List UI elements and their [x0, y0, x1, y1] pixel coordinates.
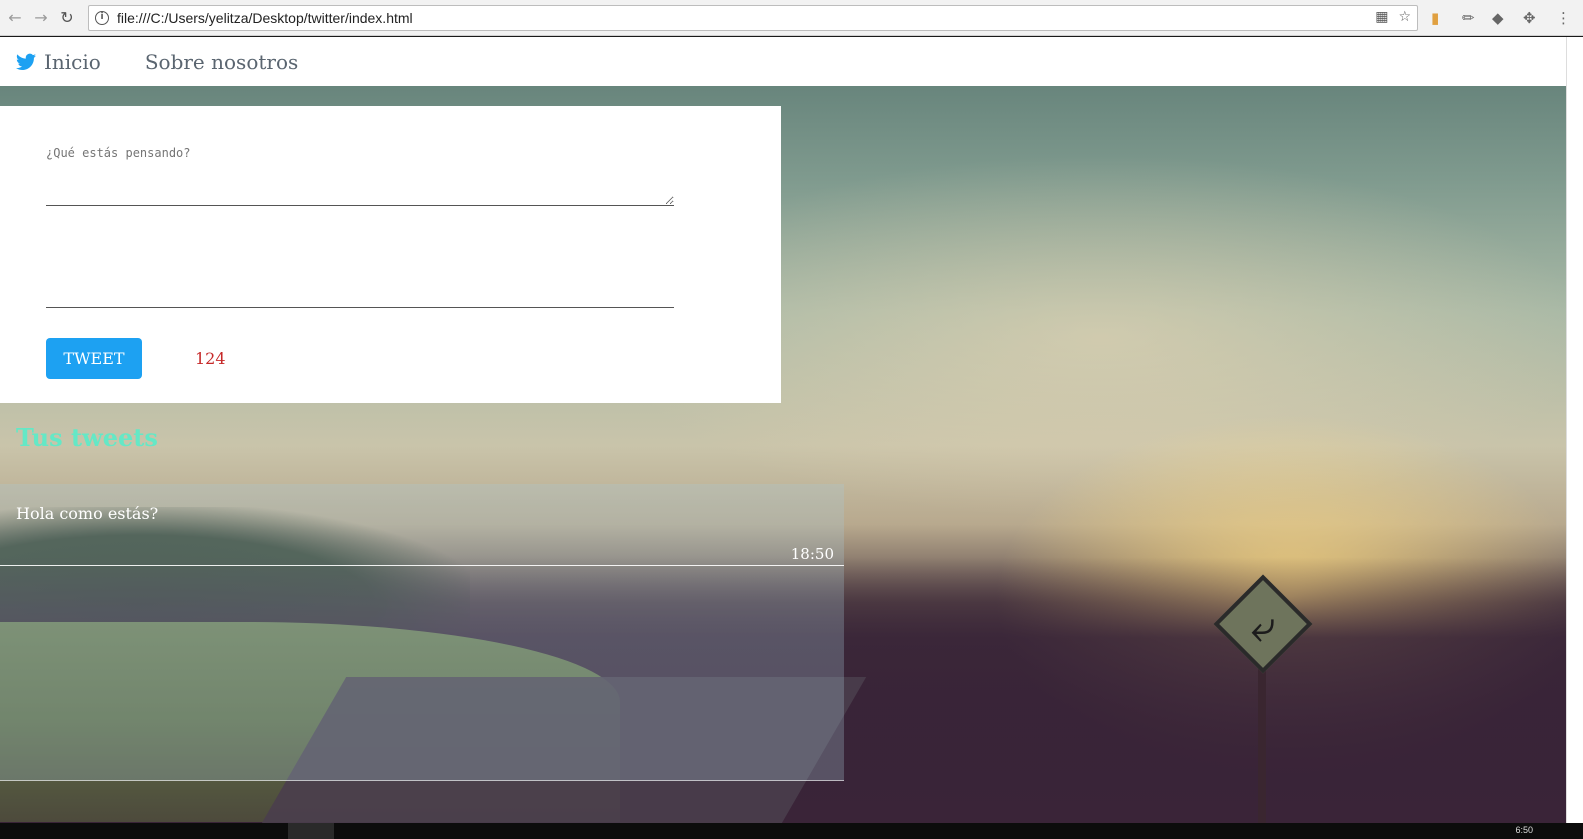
- layers-icon[interactable]: ◆: [1492, 9, 1504, 27]
- forward-arrow-icon[interactable]: →: [28, 5, 54, 31]
- menu-icon[interactable]: ⋮: [1556, 9, 1571, 27]
- browser-toolbar: ← → ↻ i file:///C:/Users/yelitza/Desktop…: [0, 0, 1583, 36]
- info-icon[interactable]: i: [95, 11, 109, 25]
- taskbar: 6:50: [0, 823, 1583, 839]
- tweet-button[interactable]: TWEET: [46, 338, 142, 379]
- star-icon[interactable]: ☆: [1398, 9, 1411, 25]
- tweet-item: Hola como estás? 18:50: [0, 484, 844, 566]
- compose-card: TWEET 124: [0, 106, 781, 403]
- sign-post: [1258, 667, 1266, 823]
- character-counter: 124: [195, 349, 226, 368]
- tweets-list: Hola como estás? 18:50: [0, 484, 844, 781]
- page: ⤶ Inicio Sobre nosotros TWEET 124 Tus tw…: [0, 37, 1566, 823]
- nav-sobre-nosotros[interactable]: Sobre nosotros: [145, 50, 298, 74]
- translate-icon[interactable]: ▦: [1375, 9, 1388, 25]
- address-bar[interactable]: i file:///C:/Users/yelitza/Desktop/twitt…: [88, 5, 1418, 31]
- scrollbar[interactable]: [1566, 37, 1583, 823]
- taskbar-app[interactable]: [288, 823, 334, 839]
- url-text[interactable]: file:///C:/Users/yelitza/Desktop/twitter…: [117, 10, 413, 26]
- twitter-bird-icon: [16, 53, 36, 70]
- extension-icon[interactable]: ▮: [1431, 9, 1439, 27]
- tweets-title: Tus tweets: [16, 423, 158, 452]
- tweet-time: 18:50: [790, 545, 834, 563]
- navbar: Inicio Sobre nosotros: [0, 37, 1566, 86]
- reload-icon[interactable]: ↻: [54, 5, 80, 31]
- curve-arrow-icon: ⤶: [1250, 601, 1276, 652]
- textarea-underline: [46, 307, 674, 308]
- back-arrow-icon[interactable]: ←: [2, 5, 28, 31]
- nav-inicio[interactable]: Inicio: [44, 50, 101, 74]
- eyedropper-icon[interactable]: ✏: [1462, 9, 1475, 27]
- taskbar-clock: 6:50: [1515, 825, 1533, 835]
- tweet-text: Hola como estás?: [16, 504, 159, 523]
- move-icon[interactable]: ✥: [1523, 9, 1536, 27]
- tweet-textarea[interactable]: [46, 146, 674, 206]
